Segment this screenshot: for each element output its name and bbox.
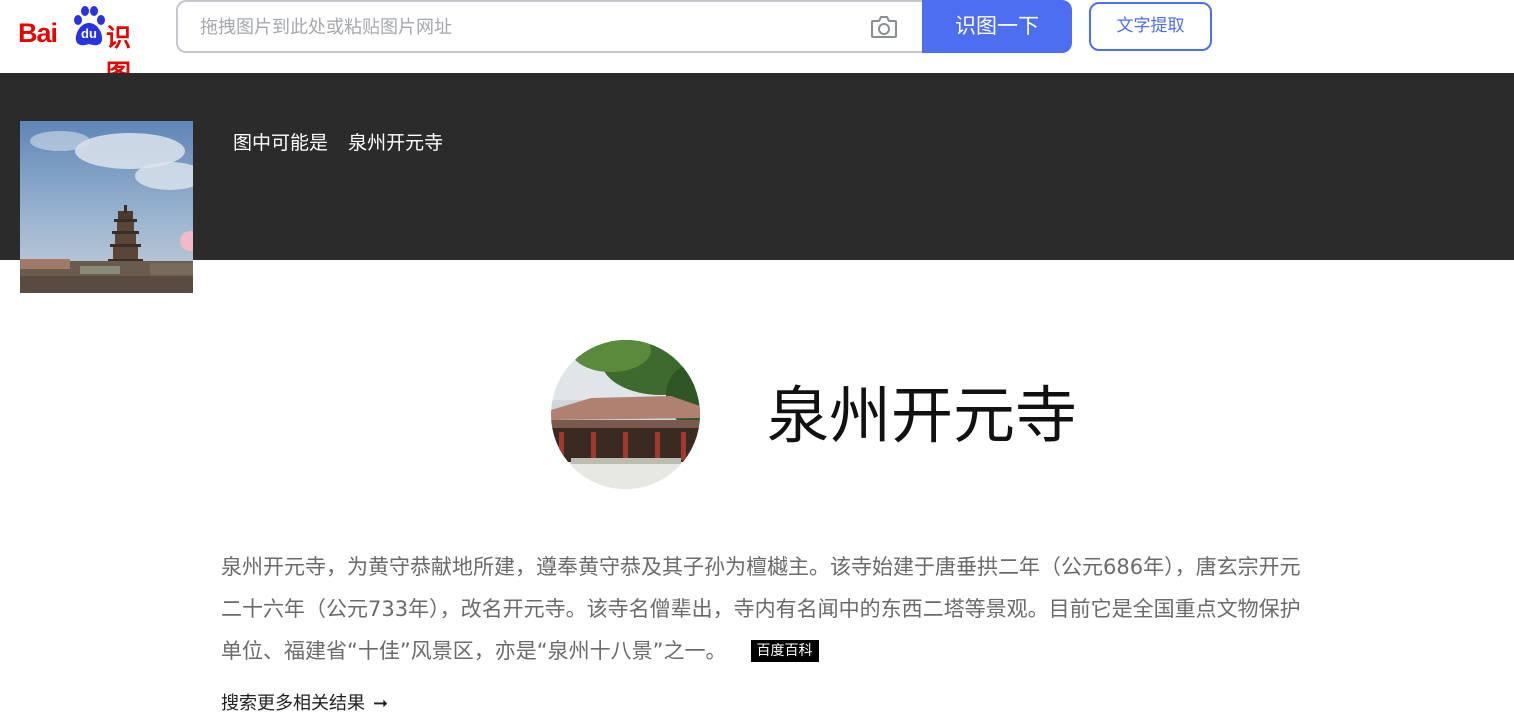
search-box: [176, 0, 922, 53]
more-results-label: 搜索更多相关结果: [221, 693, 365, 714]
arrow-right-icon: ➞: [373, 693, 389, 714]
possible-match-value[interactable]: 泉州开元寺: [348, 132, 443, 154]
possible-match: 图中可能是 泉州开元寺: [233, 128, 443, 155]
search-image-button[interactable]: 识图一下: [922, 0, 1072, 53]
text-extract-button[interactable]: 文字提取: [1089, 2, 1212, 51]
result-description: 泉州开元寺，为黄守恭献地所建，遵奉黄守恭及其子孙为檀樾主。该寺始建于唐垂拱二年（…: [221, 546, 1401, 672]
description-line-3: 单位、福建省“十佳”风景区，亦是“泉州十八景”之一。 百度百科: [221, 630, 1401, 672]
logo-du-text: du: [81, 26, 97, 41]
result-image[interactable]: [551, 340, 700, 489]
query-image-thumbnail[interactable]: [20, 121, 193, 293]
camera-icon[interactable]: [870, 14, 898, 40]
baidu-baike-badge[interactable]: 百度百科: [750, 640, 819, 662]
search-bar: 识图一下: [176, 0, 1072, 53]
baidu-shitu-logo[interactable]: Bai du 识图: [18, 4, 152, 88]
image-url-input[interactable]: [198, 2, 862, 53]
possible-match-label: 图中可能是: [233, 132, 329, 154]
temple-photo: [551, 340, 700, 489]
query-banner: [0, 73, 1514, 260]
description-line-3-text: 单位、福建省“十佳”风景区，亦是“泉州十八景”之一。: [221, 639, 727, 663]
description-line-1: 泉州开元寺，为黄守恭献地所建，遵奉黄守恭及其子孙为檀樾主。该寺始建于唐垂拱二年（…: [221, 555, 1301, 579]
logo-bai-text: Bai: [18, 18, 58, 48]
more-results-link[interactable]: 搜索更多相关结果 ➞: [221, 689, 388, 715]
query-image: [20, 121, 193, 293]
result-title: 泉州开元寺: [767, 379, 1078, 452]
description-line-2: 二十六年（公元733年），改名开元寺。该寺名僧辈出，寺内有名闻中的东西二塔等景观…: [221, 597, 1301, 621]
header: Bai du 识图 识图一下 文字提取: [0, 0, 1514, 88]
